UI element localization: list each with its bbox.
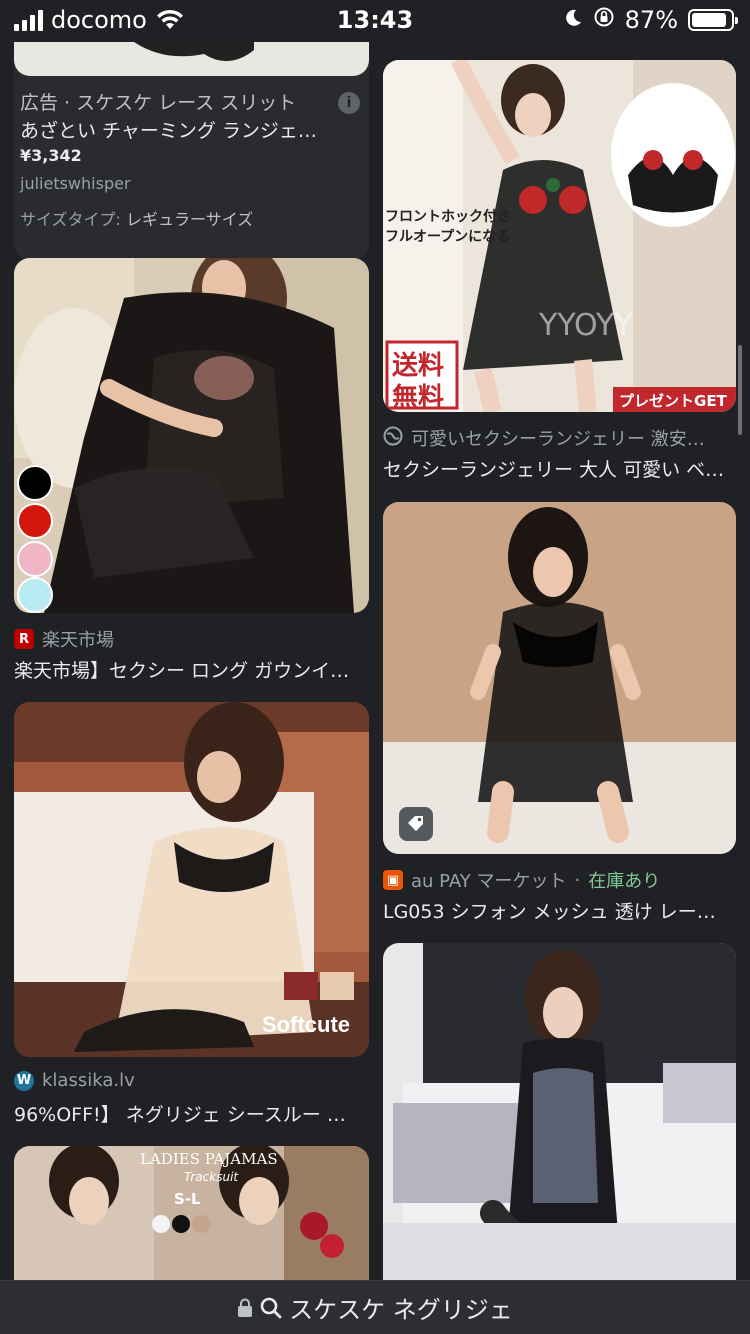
battery-icon (688, 9, 738, 31)
lock-icon (237, 1298, 253, 1318)
moon-icon (563, 6, 583, 34)
feature-text-line1: フロントホック付き (385, 209, 511, 225)
rotation-lock-icon (593, 6, 615, 34)
in-stock-label: 在庫あり (588, 871, 661, 892)
pajama-banner-line1: LADIES PAJAMAS (140, 1150, 278, 1168)
rakuten-icon: R (14, 629, 34, 649)
color-swatch-black[interactable] (17, 465, 53, 501)
search-icon (259, 1296, 283, 1320)
ad-seller: julietswhisper (20, 174, 131, 193)
softcute-brand-label: Softcute (262, 1012, 350, 1037)
result-title-3[interactable]: セクシーランジェリー 大人 可愛い ベ… (383, 455, 736, 482)
ad-size-type: サイズタイプ: レギュラーサイズ (20, 210, 254, 229)
result-source-3: 可愛いセクシーランジェリー 激安… (383, 425, 705, 451)
ad-price: ¥3,342 (20, 146, 82, 165)
present-banner: プレゼントGET (619, 392, 727, 410)
result-image-2[interactable]: Softcute (14, 702, 369, 1057)
result-title-4[interactable]: LG053 シフォン メッシュ 透け レー… (383, 897, 736, 924)
globe-icon (383, 426, 403, 451)
result-image-6[interactable] (383, 943, 736, 1286)
status-bar: docomo 13:43 87% (0, 0, 750, 42)
free-shipping-badge-line2: 無料 (392, 383, 445, 412)
ad-label: 広告 · スケスケ レース スリット (20, 92, 297, 114)
info-icon[interactable]: i (338, 92, 360, 114)
wordpress-icon: W (14, 1070, 34, 1091)
watermark: YYOYY (539, 308, 633, 343)
ad-product-image[interactable] (14, 42, 369, 76)
result-title-1[interactable]: 楽天市場】セクシー ロング ガウンイ… (14, 656, 369, 683)
result-source-1: R 楽天市場 (14, 626, 114, 652)
address-bar[interactable]: スケスケ ネグリジェ (0, 1280, 750, 1334)
scroll-indicator (738, 345, 742, 435)
result-image-1[interactable] (14, 258, 369, 613)
pajama-banner-line3: S-L (174, 1190, 201, 1208)
ad-title[interactable]: あざとい チャーミング ランジェ… (20, 116, 317, 143)
feature-text-line2: フルオープンになる (385, 229, 511, 245)
color-swatch-lightblue[interactable] (17, 577, 53, 613)
result-title-2[interactable]: 96%OFF!】 ネグリジェ シースルー … (14, 1100, 369, 1127)
pajama-banner-line2: Tracksuit (184, 1170, 239, 1184)
result-image-4[interactable]: フロントホック付き フルオープンになる 送料 無料 プレゼントGET YYOYY (383, 60, 736, 412)
status-right: 87% (563, 6, 738, 34)
result-source-2: W klassika.lv (14, 1070, 135, 1091)
search-query[interactable]: スケスケ ネグリジェ (289, 1290, 513, 1325)
color-swatch-red[interactable] (17, 503, 53, 539)
au-pay-icon: ▣ (383, 870, 403, 890)
result-image-3[interactable]: LADIES PAJAMAS Tracksuit S-L (14, 1146, 369, 1286)
result-source-4: ▣ au PAY マーケット · 在庫あり (383, 867, 660, 893)
battery-percent: 87% (624, 6, 678, 34)
tag-icon (399, 807, 433, 841)
result-image-5[interactable] (383, 502, 736, 854)
color-swatch-pink[interactable] (17, 541, 53, 577)
